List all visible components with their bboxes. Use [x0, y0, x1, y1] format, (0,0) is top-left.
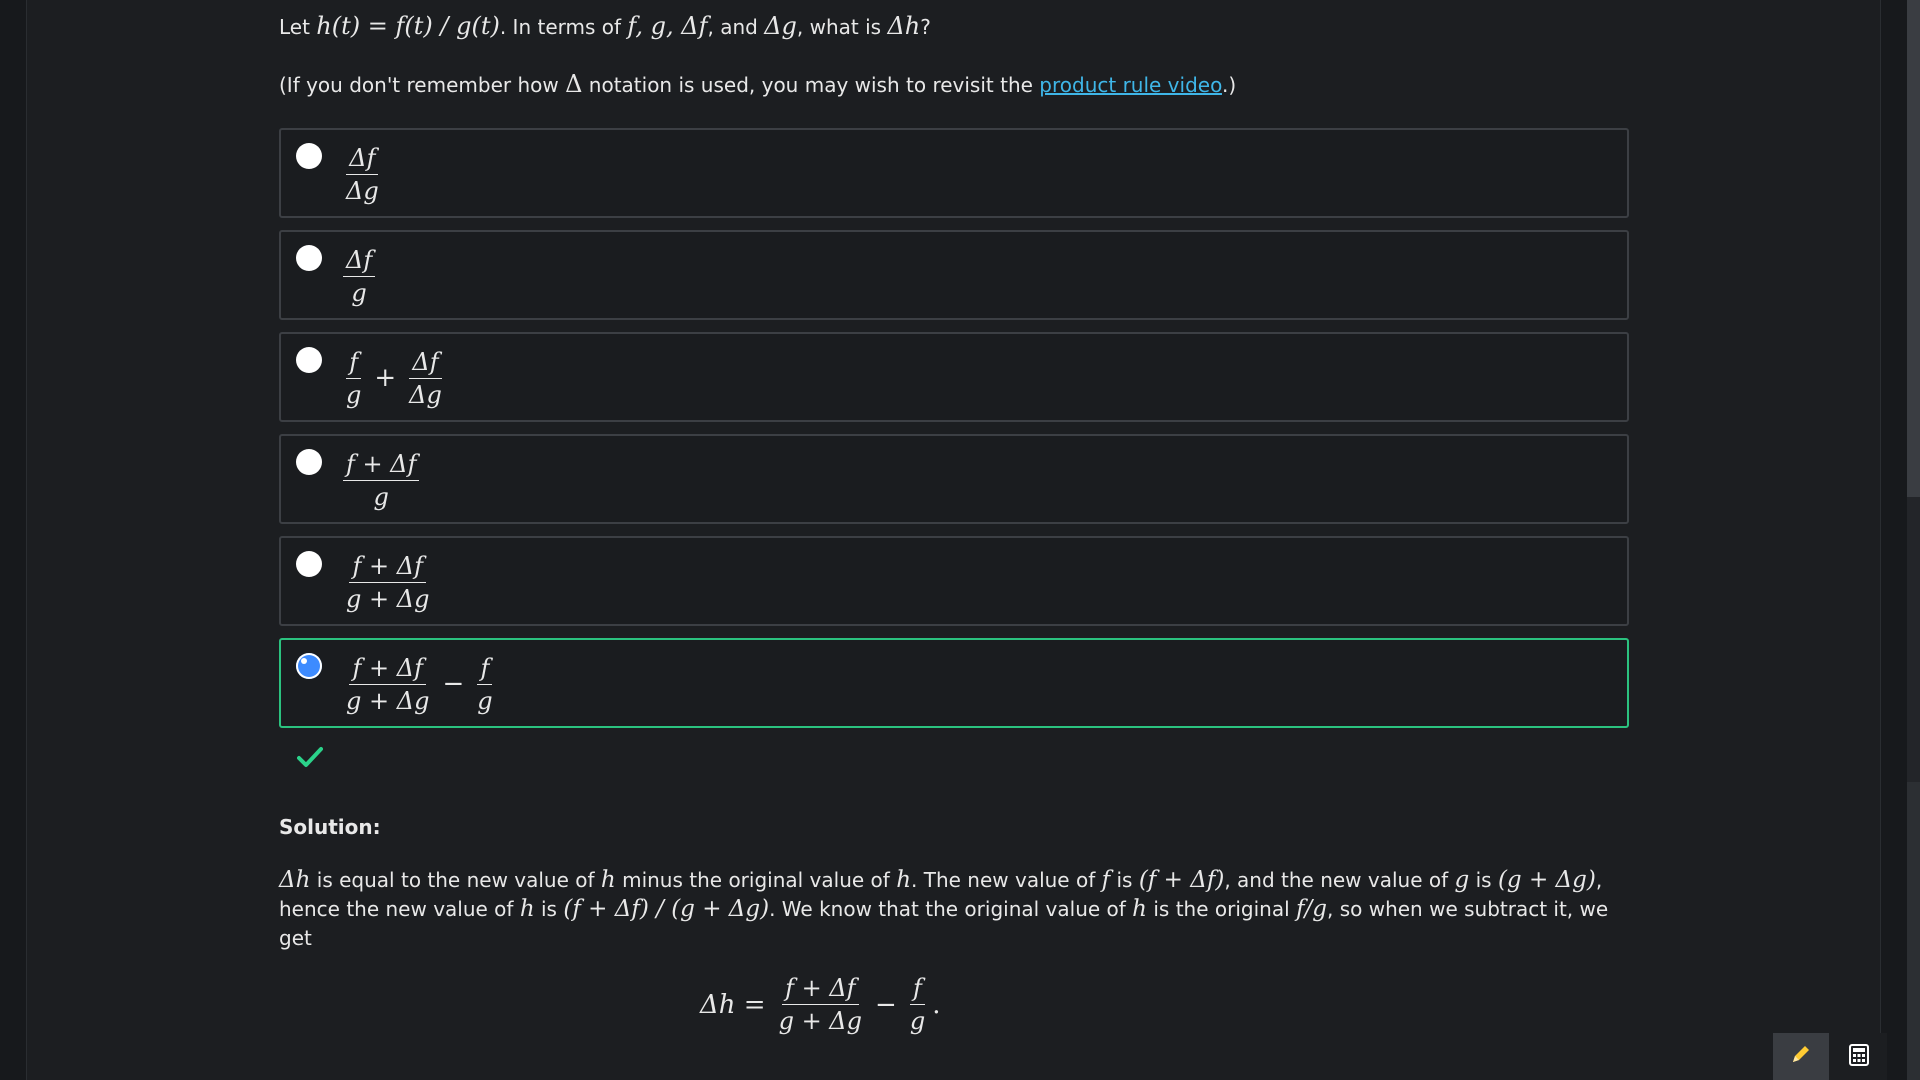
choice-math: fg + Δf Δg [346, 347, 442, 409]
radio-button[interactable] [296, 551, 322, 577]
choice-math: Δf g [341, 240, 377, 312]
choice-math: f + Δf g + Δg [346, 551, 430, 613]
checkmark-icon [297, 745, 323, 775]
radio-button[interactable] [296, 347, 322, 373]
choice-math: f + Δf g + Δg − fg [346, 653, 493, 715]
hint-text: (If you don't remember how Δ notation is… [279, 70, 1237, 98]
choice-5[interactable]: f + Δf g + Δg [279, 536, 1629, 626]
choice-6-correct[interactable]: f + Δf g + Δg − fg [279, 638, 1629, 728]
radio-button[interactable] [296, 449, 322, 475]
solution-text: Δh is equal to the new value of h minus … [279, 867, 1609, 950]
calculator-button[interactable] [1831, 1033, 1887, 1080]
solution-equation: Δh = f + Δf g + Δg − fg . [700, 974, 941, 1035]
choice-math: f + Δf g [341, 444, 421, 516]
product-rule-video-link[interactable]: product rule video [1039, 73, 1222, 97]
choice-2[interactable]: Δf g [279, 230, 1629, 320]
question-variables: f, g, Δf [627, 12, 708, 40]
left-gutter [0, 0, 27, 1080]
choice-math: Δf Δg [346, 143, 379, 205]
radio-button[interactable] [296, 245, 322, 271]
solution-title: Solution: [279, 815, 381, 839]
choice-3[interactable]: fg + Δf Δg [279, 332, 1629, 422]
right-gutter [1880, 0, 1908, 1080]
calculator-icon [1849, 1043, 1869, 1070]
pencil-tool-button[interactable] [1773, 1033, 1829, 1080]
question-definition: h(t) = f(t) / g(t) [316, 12, 500, 40]
question-target: Δh [887, 12, 921, 40]
pencil-icon [1790, 1043, 1812, 1071]
scrollbar-thumb-lower[interactable] [1907, 782, 1920, 1080]
choice-4[interactable]: f + Δf g [279, 434, 1629, 524]
choice-1[interactable]: Δf Δg [279, 128, 1629, 218]
radio-button-selected[interactable] [296, 653, 322, 679]
question-text: Let h(t) = f(t) / g(t). In terms of f, g… [279, 12, 931, 40]
radio-button[interactable] [296, 143, 322, 169]
scrollbar-thumb[interactable] [1907, 0, 1920, 497]
